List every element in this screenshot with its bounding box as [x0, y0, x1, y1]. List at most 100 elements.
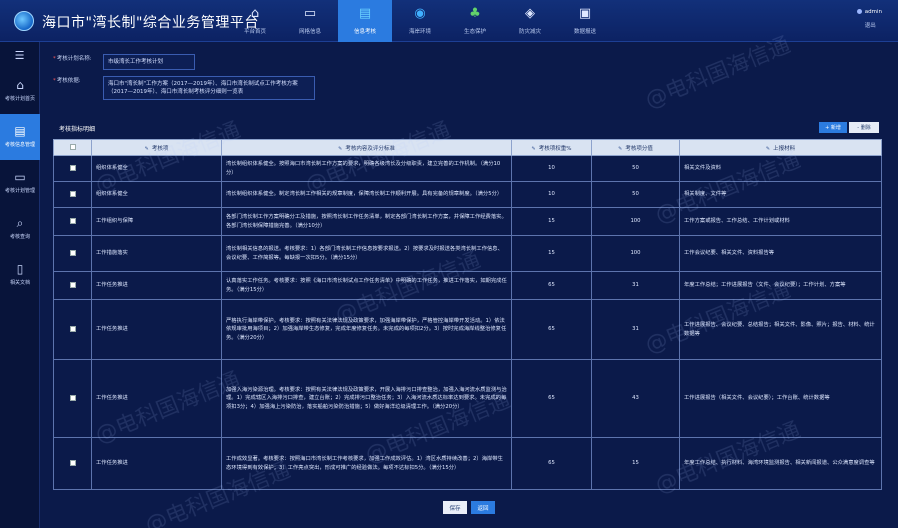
cell-content[interactable]: 严格执行海岸带保护。考核要求：按照有关法律法规及政策要求，加强海岸带保护，严格管…: [221, 299, 512, 360]
cell-item[interactable]: 工作组织与保障: [91, 207, 222, 236]
select-all-cell[interactable]: [53, 139, 92, 156]
row-checkbox[interactable]: [69, 459, 76, 466]
table-header-row: ✎ 考核项 ✎ 考核内容及评分标准 ✎ 考核项权重% ✎ 考核项分值 ✎ 上报材料: [53, 139, 882, 156]
delete-button[interactable]: - 删除: [849, 122, 879, 133]
nav-item-report[interactable]: ▣ 数据报送: [558, 0, 612, 42]
row-select-cell[interactable]: [53, 155, 92, 182]
nav-item-coast-env[interactable]: ◉ 海岸环境: [393, 0, 447, 42]
table-row[interactable]: 工作组织与保障 各部门湾长制工作方案明确分工及措施，按照湾长制工作任务清单，制定…: [53, 207, 882, 236]
row-select-cell[interactable]: [53, 271, 92, 300]
sidebar-item-query[interactable]: ⌕ 考核查询: [0, 206, 40, 252]
cell-weight[interactable]: 65: [511, 359, 592, 438]
row-select-cell[interactable]: [53, 235, 92, 272]
nav-item-disaster[interactable]: ◈ 防灾减灾: [503, 0, 557, 42]
cell-material[interactable]: 相关制度、文件等: [679, 181, 882, 208]
cell-weight[interactable]: 65: [511, 299, 592, 360]
table-row[interactable]: 工作任务推进 严格执行海岸带保护。考核要求：按照有关法律法规及政策要求，加强海岸…: [53, 299, 882, 360]
sidebar-item-docs[interactable]: ▯ 相关文档: [0, 252, 40, 298]
nav-item-eco[interactable]: ♣ 生态保护: [448, 0, 502, 42]
cell-score[interactable]: 15: [591, 437, 680, 490]
add-button[interactable]: + 新增: [819, 122, 847, 133]
cell-score[interactable]: 50: [591, 155, 680, 182]
row-select-cell[interactable]: [53, 437, 92, 490]
cell-weight[interactable]: 65: [511, 271, 592, 300]
cell-score[interactable]: 50: [591, 181, 680, 208]
table-row[interactable]: 组织体系健全 湾长制组织体系健全。制定湾长制工作相关的规章制度，保障湾长制工作顺…: [53, 181, 882, 208]
cell-score[interactable]: 100: [591, 235, 680, 272]
cell-item[interactable]: 工作任务推进: [91, 359, 222, 438]
menu-toggle-icon[interactable]: ☰: [0, 42, 39, 68]
col-header-material: ✎ 上报材料: [679, 139, 882, 156]
logout-link[interactable]: 退出: [865, 21, 882, 29]
back-button[interactable]: 返回: [471, 501, 495, 514]
table-row[interactable]: 组织体系健全 湾长制组织体系健全。按照海口市湾长制工作方案的要求，明确各级湾长及…: [53, 155, 882, 182]
cell-material[interactable]: 工作会议纪要、相关文件、资料报告等: [679, 235, 882, 272]
cell-weight[interactable]: 10: [511, 155, 592, 182]
cell-weight[interactable]: 15: [511, 207, 592, 236]
row-select-cell[interactable]: [53, 299, 92, 360]
cell-item[interactable]: 组织体系健全: [91, 155, 222, 182]
cell-weight[interactable]: 10: [511, 181, 592, 208]
cell-material[interactable]: 工作进展报告（相关文件、会议纪要）；工作台账、统计数据等: [679, 359, 882, 438]
nav-item-grid-info[interactable]: ▭ 网格信息: [283, 0, 337, 42]
basis-field[interactable]: 海口市"湾长制"工作方案（2017—2019年）、海口市湾长制试点工作考核方案（…: [103, 76, 315, 100]
sidebar: ☰ ⌂ 考核计划首页 ▤ 考核信息管理 ▭ 考核计划管理 ⌕ 考核查询 ▯ 相关…: [0, 42, 40, 528]
cell-content[interactable]: 工作成效显著。考核要求：按照海口市湾长制工作考核要求，加强工作成效评估。1）湾区…: [221, 437, 512, 490]
row-checkbox[interactable]: [69, 164, 76, 171]
user-area: admin 退出: [856, 9, 882, 29]
cell-material[interactable]: 工作进展报告、会议纪要、总结报告；相关文件、影像、照片；报告、材料、统计数据等: [679, 299, 882, 360]
sidebar-item-plan-home[interactable]: ⌂ 考核计划首页: [0, 68, 40, 114]
cell-item[interactable]: 组织体系健全: [91, 181, 222, 208]
indicator-table: ✎ 考核项 ✎ 考核内容及评分标准 ✎ 考核项权重% ✎ 考核项分值 ✎ 上报材料 组织体…: [53, 139, 882, 490]
cell-material[interactable]: 年度工作总结；工作进展报告（文件、会议纪要）；工作计划、方案等: [679, 271, 882, 300]
plan-name-field[interactable]: 市级湾长工作考核计划: [103, 54, 195, 70]
cell-item[interactable]: 工作任务推进: [91, 437, 222, 490]
cell-item[interactable]: 工作任务推进: [91, 299, 222, 360]
cell-score[interactable]: 43: [591, 359, 680, 438]
save-button[interactable]: 保存: [443, 501, 467, 514]
row-checkbox[interactable]: [69, 249, 76, 256]
row-checkbox[interactable]: [69, 190, 76, 197]
row-select-cell[interactable]: [53, 359, 92, 438]
sidebar-item-plan-mgmt[interactable]: ▭ 考核计划管理: [0, 160, 40, 206]
home-icon: ⌂: [16, 78, 24, 93]
folder-icon: ▯: [16, 262, 24, 277]
row-select-cell[interactable]: [53, 207, 92, 236]
tree-icon: ♣: [469, 6, 481, 21]
nav-item-home[interactable]: ⌂ 平台首页: [228, 0, 282, 42]
cell-content[interactable]: 湾长制组织体系健全。制定湾长制工作相关的规章制度，保障湾长制工作顺利开展。具有完…: [221, 181, 512, 208]
nav-item-assessment[interactable]: ▤ 信息考核: [338, 0, 392, 42]
sidebar-item-label: 考核信息管理: [4, 142, 35, 149]
cell-material[interactable]: 工作方案或报告、工作总结、工作计划或材料: [679, 207, 882, 236]
cell-weight[interactable]: 65: [511, 437, 592, 490]
cell-content[interactable]: 湾长制相关信息的报送。考核要求：1）各部门湾长制工作信息按要求报送。2）按要求及…: [221, 235, 512, 272]
cell-content[interactable]: 各部门湾长制工作方案明确分工及措施，按照湾长制工作任务清单，制定各部门湾长制工作…: [221, 207, 512, 236]
select-all-checkbox[interactable]: [69, 144, 76, 151]
table-row[interactable]: 工作任务推进 认真落实工作任务。考核要求：按照《海口市湾长制试点工作任务清单》中…: [53, 271, 882, 300]
cell-score[interactable]: 100: [591, 207, 680, 236]
row-checkbox[interactable]: [69, 217, 76, 224]
user-name-text: admin: [864, 9, 882, 15]
row-checkbox[interactable]: [69, 394, 76, 401]
table-row[interactable]: 工作任务推进 加强入海污染源治理。考核要求：按照有关法律法规及政策要求，开展入海…: [53, 359, 882, 438]
cell-score[interactable]: 31: [591, 299, 680, 360]
cell-score[interactable]: 31: [591, 271, 680, 300]
cell-content[interactable]: 湾长制组织体系健全。按照海口市湾长制工作方案的要求，明确各级湾长及分级职责，建立…: [221, 155, 512, 182]
table-row[interactable]: 工作措施落实 湾长制相关信息的报送。考核要求：1）各部门湾长制工作信息按要求报送…: [53, 235, 882, 272]
user-name[interactable]: admin: [856, 9, 882, 15]
cell-material[interactable]: 年度工作总结、执行材料、海湾环境监测报告、相关新闻报道、公众满意度调查等: [679, 437, 882, 490]
cell-content[interactable]: 加强入海污染源治理。考核要求：按照有关法律法规及政策要求，开展入海排污口排查整治…: [221, 359, 512, 438]
row-checkbox[interactable]: [69, 325, 76, 332]
sidebar-item-label: 考核查询: [9, 234, 30, 241]
row-checkbox[interactable]: [69, 281, 76, 288]
sidebar-item-info-mgmt[interactable]: ▤ 考核信息管理: [0, 114, 40, 160]
table-row[interactable]: 工作任务推进 工作成效显著。考核要求：按照海口市湾长制工作考核要求，加强工作成效…: [53, 437, 882, 490]
cell-item[interactable]: 工作措施落实: [91, 235, 222, 272]
cell-item[interactable]: 工作任务推进: [91, 271, 222, 300]
cell-content[interactable]: 认真落实工作任务。考核要求：按照《海口市湾长制试点工作任务清单》中明确的工作任务…: [221, 271, 512, 300]
nav-label: 平台首页: [243, 29, 266, 35]
cell-weight[interactable]: 15: [511, 235, 592, 272]
row-select-cell[interactable]: [53, 181, 92, 208]
col-header-score: ✎ 考核项分值: [591, 139, 680, 156]
cell-material[interactable]: 相关文件及资料: [679, 155, 882, 182]
